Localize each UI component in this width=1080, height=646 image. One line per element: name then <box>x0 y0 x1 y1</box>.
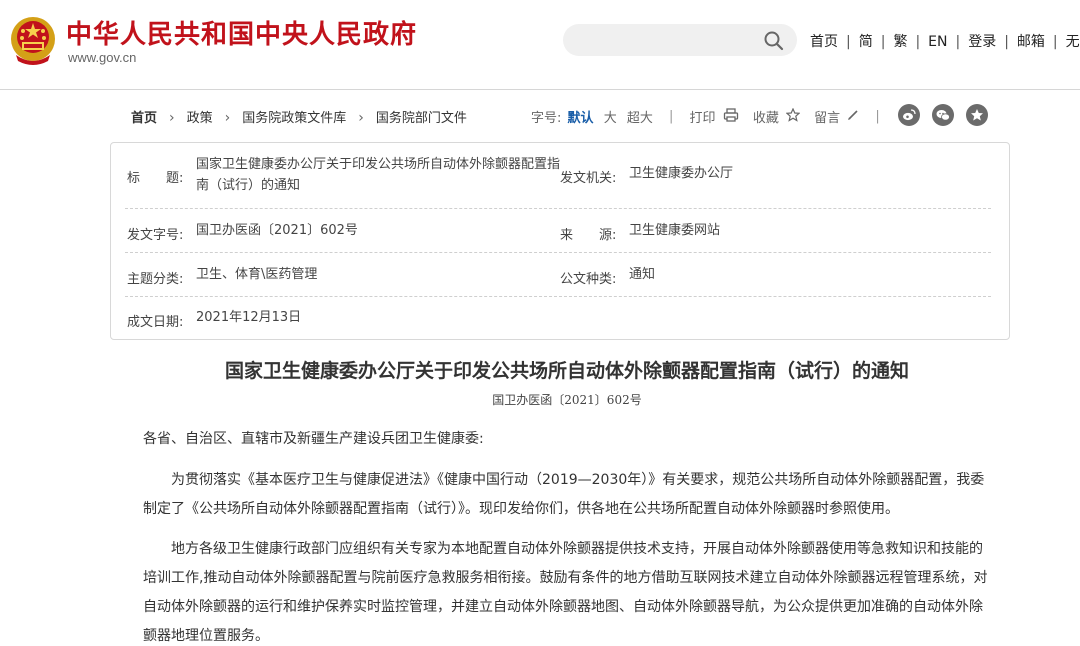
source-label: 来 源: <box>560 228 617 243</box>
info-row-docno: 发文字号: 国卫办医函〔2021〕602号 来 源: 卫生健康委网站 <box>125 209 991 253</box>
doc-no-label: 发文字号: <box>127 228 184 243</box>
nav-separator: | <box>846 34 851 50</box>
tools-separator: | <box>875 109 880 124</box>
breadcrumb: 首页 › 政策 › 国务院政策文件库 › 国务院部门文件 <box>131 107 467 126</box>
nav-mail[interactable]: 邮箱 <box>1017 31 1045 51</box>
top-nav: 首页 | 简 | 繁 | EN | 登录 | 邮箱 | 无 <box>810 31 1080 51</box>
category-value: 卫生、体育\医药管理 <box>196 267 318 282</box>
site-header: 中华人民共和国中央人民政府 www.gov.cn 首页 | 简 | 繁 | EN | 登录 | 邮箱… <box>0 0 1080 90</box>
nav-separator: | <box>880 34 886 50</box>
type-label: 公文种类: <box>560 272 617 287</box>
star-outline-icon <box>785 107 801 122</box>
search-icon[interactable] <box>763 30 785 52</box>
chevron-right-icon: › <box>169 110 175 126</box>
print-button[interactable]: 打印 <box>690 107 739 126</box>
nav-login[interactable]: 登录 <box>968 31 996 51</box>
date-label: 成文日期: <box>127 315 184 330</box>
share-bar <box>898 104 1000 126</box>
print-label: 打印 <box>689 111 716 126</box>
nav-separator: | <box>1052 34 1058 50</box>
document-info-box: 标 题: 国家卫生健康委办公厅关于印发公共场所自动体外除颤器配置指南（试行）的通… <box>110 142 1010 340</box>
weibo-icon[interactable] <box>898 104 920 126</box>
info-row-date: 成文日期: 2021年12月13日 <box>125 297 991 339</box>
favorite-button[interactable]: 收藏 <box>752 107 801 126</box>
favorite-label: 收藏 <box>752 111 779 126</box>
issuer-label: 发文机关: <box>560 171 617 186</box>
nav-home[interactable]: 首页 <box>810 31 838 51</box>
nav-english[interactable]: EN <box>928 34 947 50</box>
date-value: 2021年12月13日 <box>196 310 302 325</box>
title-label: 标 题: <box>127 171 184 186</box>
printer-icon <box>723 108 738 122</box>
issuer-value: 卫生健康委办公厅 <box>629 166 734 181</box>
comment-button[interactable]: 留言 <box>814 107 859 126</box>
font-size-large[interactable]: 大 <box>604 107 617 126</box>
nav-traditional[interactable]: 繁 <box>893 31 907 51</box>
national-emblem-icon[interactable] <box>8 15 58 67</box>
breadcrumb-department-docs[interactable]: 国务院部门文件 <box>376 107 467 126</box>
breadcrumb-policy[interactable]: 政策 <box>187 107 213 126</box>
article-paragraph-2: 地方各级卫生健康行政部门应组织有关专家为本地配置自动体外除颤器提供技术支持，开展… <box>143 541 988 644</box>
breadcrumb-home[interactable]: 首页 <box>131 107 157 126</box>
info-row-title: 标 题: 国家卫生健康委办公厅关于印发公共场所自动体外除颤器配置指南（试行）的通… <box>125 143 991 209</box>
article-doc-number: 国卫办医函〔2021〕602号 <box>492 393 642 407</box>
font-size-xlarge[interactable]: 超大 <box>627 107 653 126</box>
font-size-default[interactable]: 默认 <box>568 107 594 126</box>
site-url[interactable]: www.gov.cn <box>68 50 136 65</box>
source-value: 卫生健康委网站 <box>629 223 721 238</box>
chevron-right-icon: › <box>224 110 231 126</box>
article-title: 国家卫生健康委办公厅关于印发公共场所自动体外除颤器配置指南（试行）的通知 <box>224 360 909 382</box>
font-size-label: 字号: <box>531 111 562 126</box>
type-value: 通知 <box>629 267 656 282</box>
star-icon[interactable] <box>966 104 988 126</box>
info-row-category: 主题分类: 卫生、体育\医药管理 公文种类: 通知 <box>125 253 991 297</box>
article-salutation: 各省、自治区、直辖市及新疆生产建设兵团卫生健康委: <box>143 431 484 447</box>
pencil-icon <box>848 110 858 120</box>
search-box[interactable] <box>563 24 797 56</box>
nav-accessibility[interactable]: 无 <box>1066 31 1080 51</box>
title-value: 国家卫生健康委办公厅关于印发公共场所自动体外除颤器配置指南（试行）的通知 <box>196 157 561 193</box>
nav-separator: | <box>1004 34 1009 50</box>
site-title[interactable]: 中华人民共和国中央人民政府 <box>66 14 417 51</box>
nav-separator: | <box>955 34 961 50</box>
article-tools: 字号: 默认 大 超大 | 打印 收藏 留言 | <box>531 107 892 126</box>
nav-separator: | <box>915 34 921 50</box>
category-label: 主题分类: <box>127 272 184 287</box>
nav-simplified[interactable]: 简 <box>859 31 873 51</box>
search-input[interactable] <box>577 28 757 52</box>
wechat-icon[interactable] <box>932 104 954 126</box>
breadcrumb-policy-library[interactable]: 国务院政策文件库 <box>242 107 346 126</box>
tools-separator: | <box>669 109 674 124</box>
chevron-right-icon: › <box>358 110 364 126</box>
article-paragraph-1: 为贯彻落实《基本医疗卫生与健康促进法》《健康中国行动（2019—2030年）》有… <box>143 472 985 517</box>
doc-no-value: 国卫办医函〔2021〕602号 <box>196 223 358 238</box>
comment-label: 留言 <box>814 111 841 126</box>
